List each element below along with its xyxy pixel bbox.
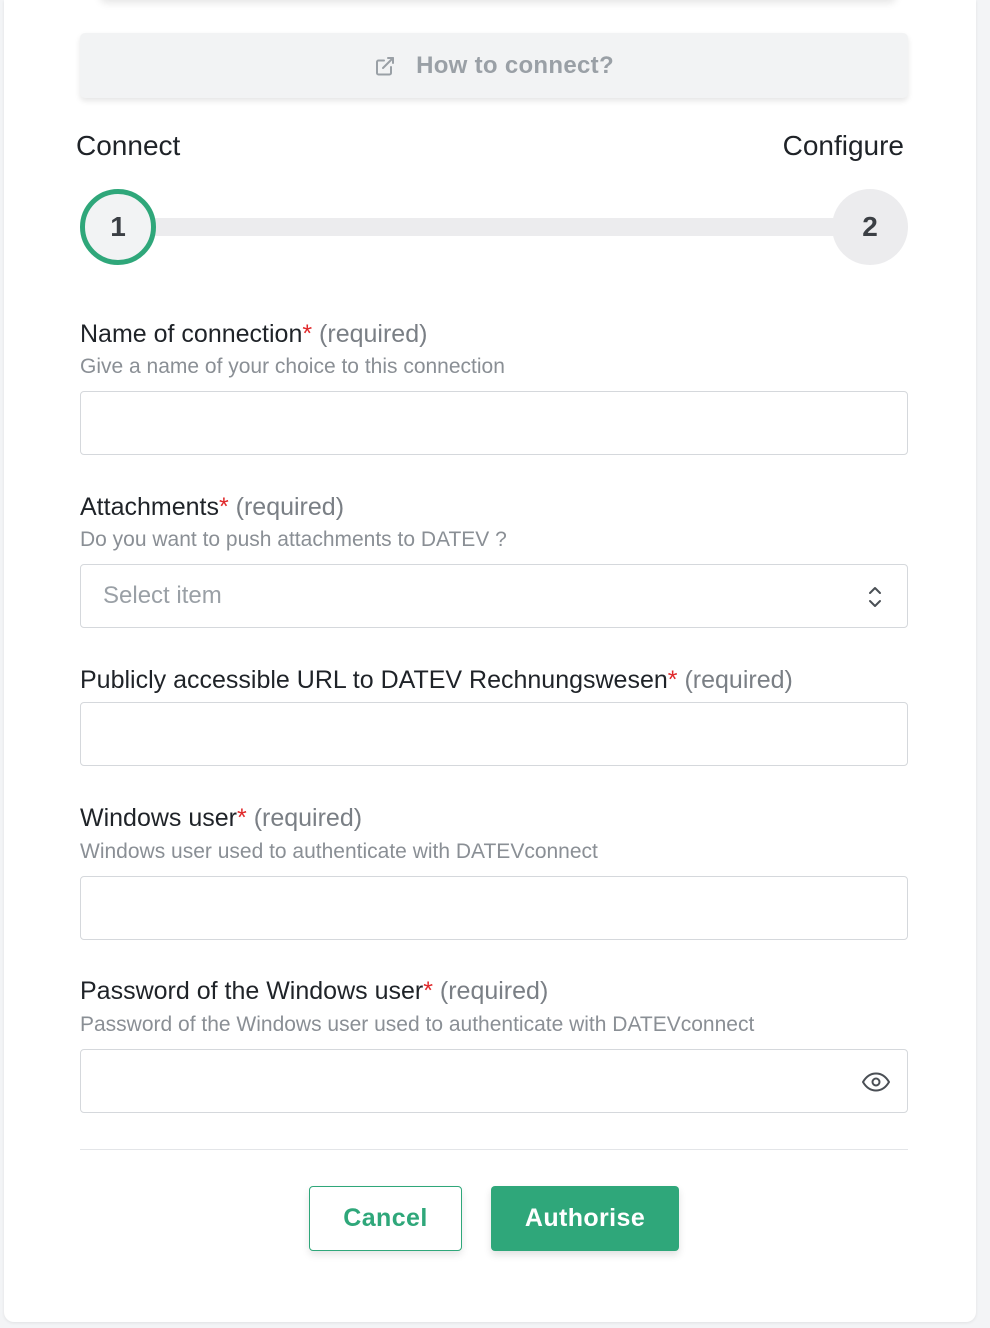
authorise-button[interactable]: Authorise <box>491 1186 679 1251</box>
attachments-hint: Do you want to push attachments to DATEV… <box>80 528 507 551</box>
attachments-select[interactable]: Select item <box>80 564 908 628</box>
how-to-connect-label: How to connect? <box>416 51 614 79</box>
required-text: (required) <box>319 320 428 348</box>
how-to-connect-button[interactable]: How to connect? <box>80 33 908 98</box>
connection-panel: How to connect? Connect Configure 1 2 Na… <box>4 0 976 1322</box>
step-title-configure: Configure <box>782 130 904 161</box>
name-of-connection-input[interactable] <box>81 392 907 454</box>
field-label-text: Name of connection <box>80 320 303 348</box>
actions-divider <box>80 1149 908 1150</box>
stepper-track <box>118 218 870 236</box>
datev-url-input[interactable] <box>81 703 907 765</box>
windows-password-hint: Password of the Windows user used to aut… <box>80 1013 755 1036</box>
step-title-connect: Connect <box>76 130 181 161</box>
required-star: * <box>423 977 433 1005</box>
field-label-text: Attachments <box>80 493 219 521</box>
required-text: (required) <box>439 977 549 1005</box>
datev-url-label: Publicly accessible URL to DATEV Rechnun… <box>80 666 793 695</box>
required-text: (required) <box>253 804 363 832</box>
required-star: * <box>667 666 678 694</box>
field-label-text: Publicly accessible URL to DATEV Rechnun… <box>80 666 668 694</box>
windows-user-field[interactable] <box>80 876 908 940</box>
required-text: (required) <box>235 493 345 521</box>
required-star: * <box>218 493 229 521</box>
step-2-indicator: 2 <box>832 189 908 265</box>
external-link-icon <box>374 55 396 77</box>
name-of-connection-label: Name of connection* (required) <box>80 320 427 349</box>
required-text: (required) <box>684 666 793 694</box>
step-1-indicator: 1 <box>80 189 156 265</box>
name-of-connection-field[interactable] <box>80 391 908 455</box>
field-label-text: Password of the Windows user <box>80 977 424 1005</box>
name-of-connection-hint: Give a name of your choice to this conne… <box>80 355 505 378</box>
required-star: * <box>302 320 313 348</box>
field-label-text: Windows user <box>80 804 237 832</box>
attachments-select-placeholder: Select item <box>103 582 222 609</box>
windows-user-input[interactable] <box>81 877 907 939</box>
windows-password-label: Password of the Windows user* (required) <box>80 977 548 1006</box>
windows-user-label: Windows user* (required) <box>80 804 362 833</box>
cancel-button[interactable]: Cancel <box>309 1186 462 1251</box>
chevron-up-down-icon <box>867 584 883 610</box>
attachments-label: Attachments* (required) <box>80 493 344 522</box>
windows-user-hint: Windows user used to authenticate with D… <box>80 840 598 863</box>
required-star: * <box>237 804 247 832</box>
datev-url-field[interactable] <box>80 702 908 766</box>
windows-password-field[interactable] <box>80 1049 908 1113</box>
eye-icon[interactable] <box>861 1069 891 1095</box>
windows-password-input[interactable] <box>81 1050 907 1112</box>
